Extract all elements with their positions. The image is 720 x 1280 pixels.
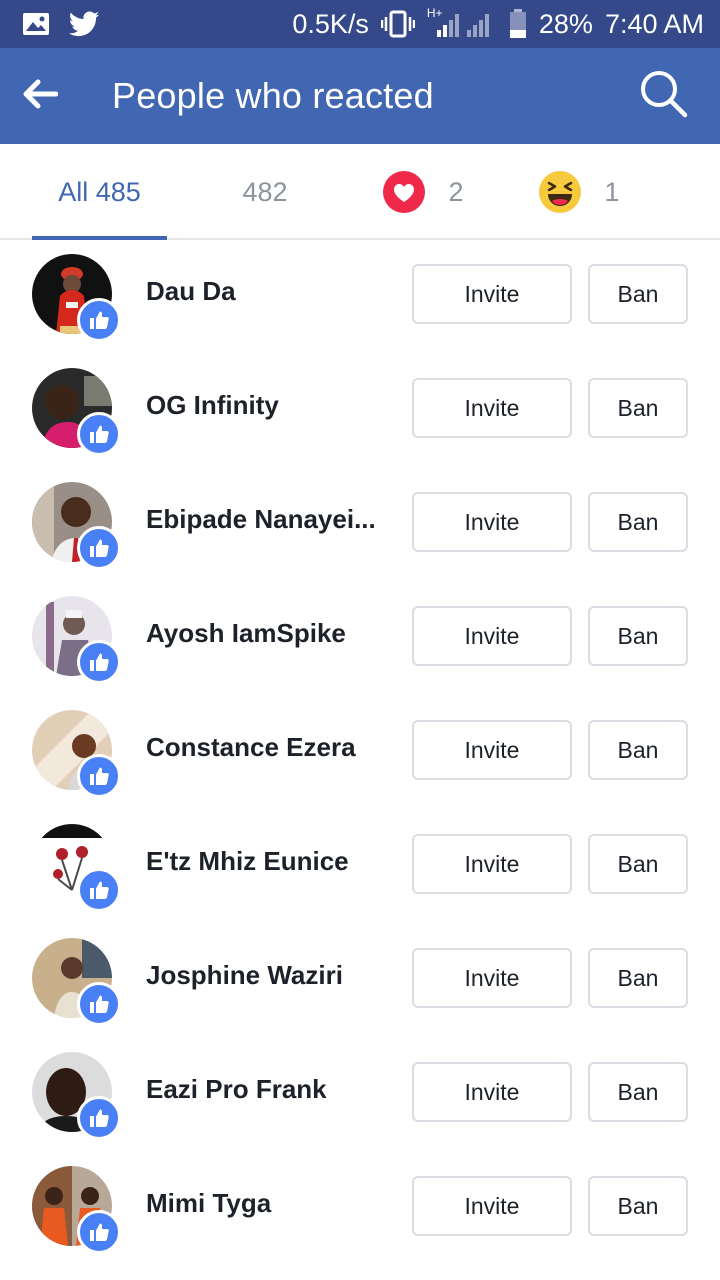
ban-button[interactable]: Ban (588, 948, 688, 1008)
person-name[interactable]: Constance Ezera (146, 732, 386, 763)
invite-button[interactable]: Invite (412, 264, 572, 324)
people-list: Dau Da Invite Ban OG Infinity Invite Ban (0, 240, 720, 1266)
list-item[interactable]: Dau Da Invite Ban (0, 240, 720, 354)
invite-button[interactable]: Invite (412, 720, 572, 780)
invite-button[interactable]: Invite (412, 948, 572, 1008)
list-item[interactable]: Constance Ezera Invite Ban (0, 696, 720, 810)
like-icon (77, 868, 121, 912)
network-speed: 0.5K/s (292, 8, 369, 39)
invite-button[interactable]: Invite (412, 378, 572, 438)
search-icon (639, 69, 689, 124)
person-name[interactable]: Ayosh IamSpike (146, 618, 386, 649)
person-name[interactable]: Josphine Waziri (146, 960, 386, 991)
like-icon (77, 640, 121, 684)
list-item[interactable]: Ebipade Nanayei... Invite Ban (0, 468, 720, 582)
love-icon (382, 170, 426, 214)
tab-all[interactable]: All 485 (32, 144, 167, 240)
list-item[interactable]: OG Infinity Invite Ban (0, 354, 720, 468)
tab-haha[interactable]: 1 (524, 144, 634, 240)
tab-love-count: 2 (448, 176, 464, 207)
ban-button[interactable]: Ban (588, 720, 688, 780)
signal-icon: H+ (427, 6, 497, 38)
app-header: People who reacted (0, 48, 720, 144)
page-title: People who reacted (112, 75, 434, 116)
list-item[interactable]: E'tz Mhiz Eunice Invite Ban (0, 810, 720, 924)
like-icon (77, 1096, 121, 1140)
ban-button[interactable]: Ban (588, 1176, 688, 1236)
person-name[interactable]: Dau Da (146, 276, 386, 307)
like-icon (77, 412, 121, 456)
like-icon (77, 298, 121, 342)
invite-button[interactable]: Invite (412, 492, 572, 552)
person-name[interactable]: OG Infinity (146, 390, 386, 421)
status-bar: 0.5K/s H+ 28% 7:40 AM (0, 0, 720, 48)
haha-icon (538, 170, 582, 214)
ban-button[interactable]: Ban (588, 834, 688, 894)
like-icon (77, 1210, 121, 1254)
like-icon (77, 754, 121, 798)
tab-like-count: 482 (242, 176, 288, 207)
battery-icon (509, 9, 527, 39)
reaction-tabs: All 485 482 2 1 (0, 144, 720, 240)
ban-button[interactable]: Ban (588, 264, 688, 324)
invite-button[interactable]: Invite (412, 834, 572, 894)
tab-love[interactable]: 2 (368, 144, 478, 240)
invite-button[interactable]: Invite (412, 1062, 572, 1122)
vibrate-icon (380, 10, 415, 38)
clock: 7:40 AM (604, 8, 704, 39)
search-button[interactable] (638, 70, 690, 122)
person-name[interactable]: E'tz Mhiz Eunice (146, 846, 386, 877)
list-item[interactable]: Ayosh IamSpike Invite Ban (0, 582, 720, 696)
list-item[interactable]: Eazi Pro Frank Invite Ban (0, 1038, 720, 1152)
like-icon (77, 526, 121, 570)
network-type-label: H+ (426, 6, 443, 20)
ban-button[interactable]: Ban (588, 1062, 688, 1122)
twitter-icon (68, 11, 100, 37)
battery-percent: 28% (538, 8, 593, 39)
person-name[interactable]: Mimi Tyga (146, 1188, 386, 1219)
list-item[interactable]: Mimi Tyga Invite Ban (0, 1152, 720, 1266)
ban-button[interactable]: Ban (588, 492, 688, 552)
tab-like[interactable]: 482 (220, 144, 310, 240)
gallery-icon (22, 12, 50, 36)
person-name[interactable]: Eazi Pro Frank (146, 1074, 386, 1105)
ban-button[interactable]: Ban (588, 378, 688, 438)
back-arrow-icon (22, 79, 59, 114)
back-button[interactable] (22, 48, 92, 144)
invite-button[interactable]: Invite (412, 606, 572, 666)
like-icon (77, 982, 121, 1026)
invite-button[interactable]: Invite (412, 1176, 572, 1236)
person-name[interactable]: Ebipade Nanayei... (146, 504, 386, 535)
ban-button[interactable]: Ban (588, 606, 688, 666)
list-item[interactable]: Josphine Waziri Invite Ban (0, 924, 720, 1038)
tab-all-label: All 485 (58, 176, 141, 207)
tab-haha-count: 1 (604, 176, 620, 207)
